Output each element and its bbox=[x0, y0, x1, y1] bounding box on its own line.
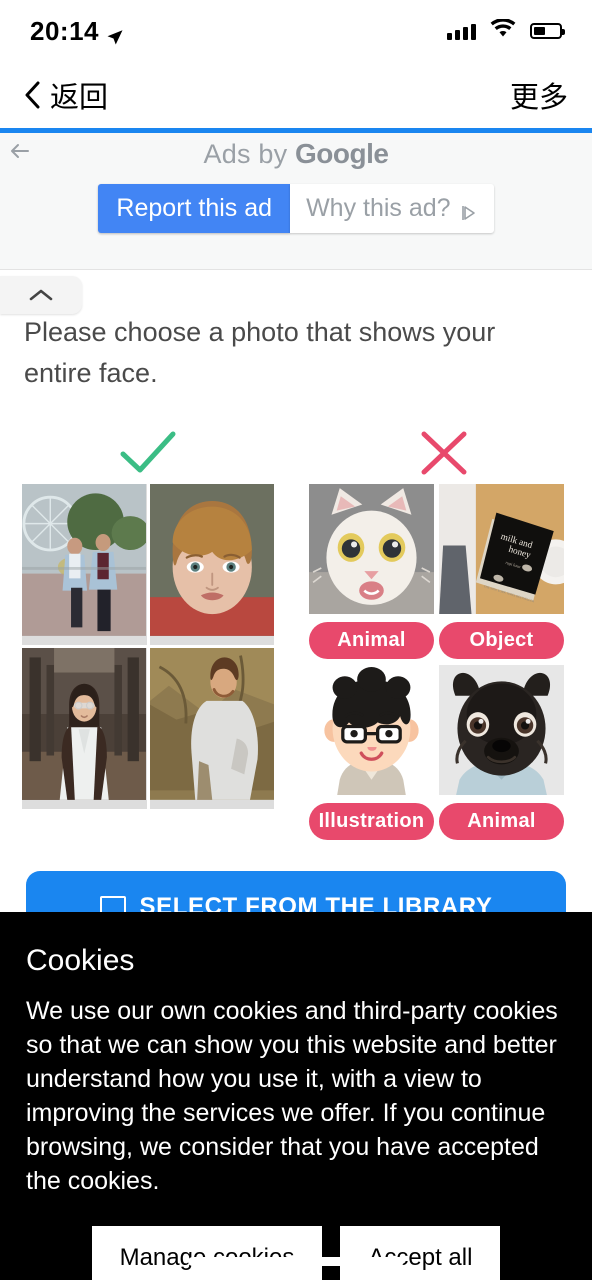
ad-attribution: Ads by Google bbox=[0, 133, 592, 170]
bad-photo-grid: Animal milk and honey rupi kaur THE NEW … bbox=[309, 484, 564, 840]
status-time-group: 20:14 bbox=[30, 16, 124, 47]
collapse-ad-button[interactable] bbox=[0, 276, 82, 314]
good-photo-1[interactable] bbox=[22, 484, 147, 645]
bad-photo-1[interactable] bbox=[309, 484, 434, 614]
battery-icon bbox=[530, 23, 565, 39]
bad-photo-row-2: Illustration Animal bbox=[309, 665, 564, 840]
back-button[interactable]: 返回 bbox=[24, 74, 108, 116]
ad-attribution-prefix: Ads by bbox=[203, 139, 295, 169]
bad-label-1: Animal bbox=[309, 622, 434, 659]
good-photo-4[interactable] bbox=[149, 648, 274, 809]
arrow-left-icon[interactable] bbox=[8, 139, 32, 163]
ad-container: Ads by Google Report this ad Why this ad… bbox=[0, 133, 592, 270]
google-wordmark: Google bbox=[295, 138, 389, 169]
checkmark-icon bbox=[0, 422, 296, 484]
bad-photo-2[interactable]: milk and honey rupi kaur THE NEW YORK TI… bbox=[439, 484, 564, 614]
cross-icon bbox=[296, 422, 592, 484]
bad-example-1[interactable]: Animal bbox=[309, 484, 434, 659]
bad-example-3[interactable]: Illustration bbox=[309, 665, 434, 840]
location-arrow-icon bbox=[106, 22, 124, 45]
app-screen: 20:14 返回 更多 Ads by Google Report this ad… bbox=[0, 0, 592, 1280]
bad-example-4[interactable]: Animal bbox=[439, 665, 564, 840]
bad-example-2[interactable]: milk and honey rupi kaur THE NEW YORK TI… bbox=[439, 484, 564, 659]
good-photo-2[interactable] bbox=[149, 484, 274, 645]
bad-photo-row-1: Animal milk and honey rupi kaur THE NEW … bbox=[309, 484, 564, 659]
bad-photo-3[interactable] bbox=[309, 665, 434, 795]
main-content: Please choose a photo that shows your en… bbox=[0, 270, 592, 840]
why-this-ad-button[interactable]: Why this ad? bbox=[290, 184, 494, 233]
more-button[interactable]: 更多 bbox=[510, 74, 568, 116]
accept-all-button[interactable]: Accept all bbox=[340, 1226, 501, 1280]
home-indicator bbox=[188, 1257, 404, 1266]
bad-label-4: Animal bbox=[439, 803, 564, 840]
bad-photo-4[interactable] bbox=[439, 665, 564, 795]
bad-label-3: Illustration bbox=[309, 803, 434, 840]
bad-examples-column: Animal milk and honey rupi kaur THE NEW … bbox=[296, 422, 592, 840]
chevron-left-icon bbox=[24, 81, 40, 109]
cookie-title: Cookies bbox=[26, 944, 135, 977]
status-bar: 20:14 bbox=[0, 0, 592, 62]
cookie-actions: Manage cookies Accept all bbox=[26, 1226, 566, 1280]
cookie-body: We use our own cookies and third-party c… bbox=[26, 997, 558, 1195]
why-this-ad-label: Why this ad? bbox=[306, 194, 451, 222]
status-icons bbox=[447, 18, 565, 43]
nav-bar: 返回 更多 bbox=[0, 62, 592, 128]
chevron-up-icon bbox=[28, 287, 54, 303]
bad-label-2: Object bbox=[439, 622, 564, 659]
adchoices-icon bbox=[460, 200, 478, 220]
good-photo-3[interactable] bbox=[22, 648, 147, 809]
instruction-text: Please choose a photo that shows your en… bbox=[24, 317, 496, 388]
examples-section: Animal milk and honey rupi kaur THE NEW … bbox=[0, 422, 592, 840]
good-examples-column bbox=[0, 422, 296, 840]
ad-buttons: Report this ad Why this ad? bbox=[0, 184, 592, 233]
good-photo-grid bbox=[22, 484, 274, 809]
cookie-banner: Cookies We use our own cookies and third… bbox=[0, 912, 592, 1280]
status-time: 20:14 bbox=[30, 15, 99, 46]
wifi-icon bbox=[490, 18, 516, 43]
cellular-signal-icon bbox=[447, 23, 476, 40]
back-label: 返回 bbox=[50, 82, 109, 114]
manage-cookies-button[interactable]: Manage cookies bbox=[91, 1226, 323, 1280]
report-ad-button[interactable]: Report this ad bbox=[98, 184, 291, 233]
